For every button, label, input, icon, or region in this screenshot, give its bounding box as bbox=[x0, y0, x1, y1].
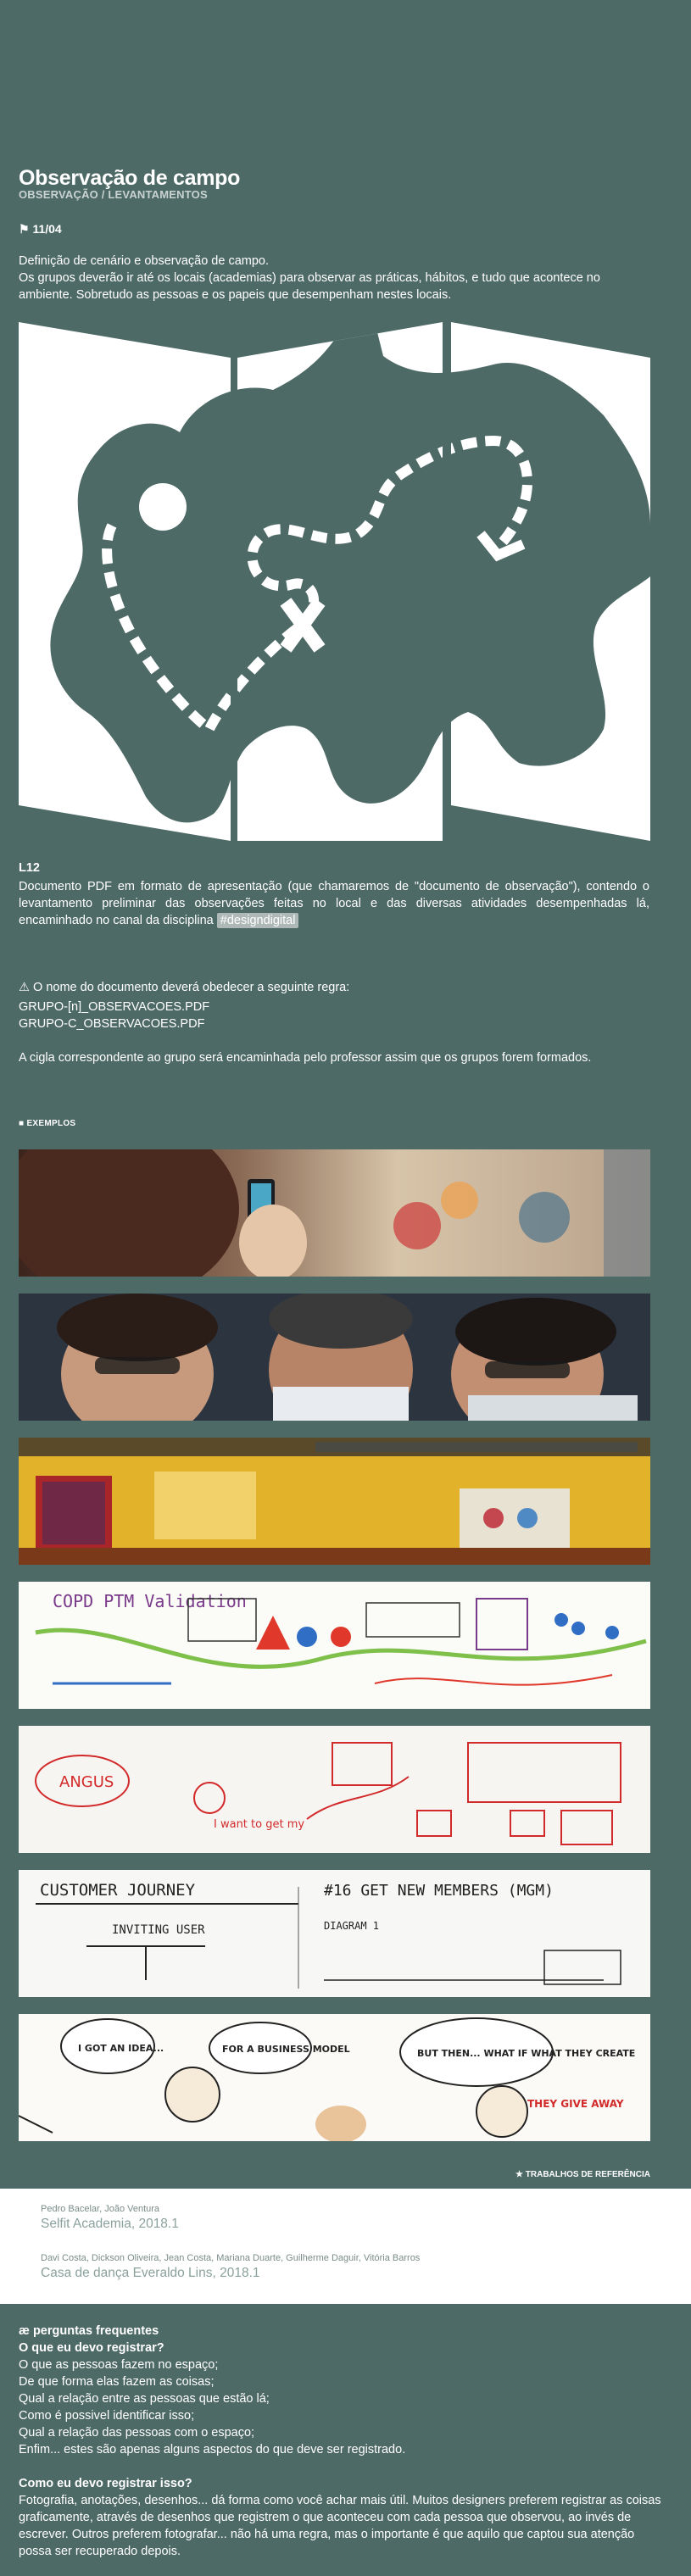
examples-heading: ■ EXEMPLOS bbox=[19, 1119, 75, 1128]
sketch-mgm-text: #16 GET NEW MEMBERS (MGM) bbox=[324, 1882, 554, 1900]
comic-art: I GOT AN IDEA... FOR A BUSINESS MODEL BU… bbox=[19, 2014, 650, 2141]
faq-label: perguntas frequentes bbox=[32, 2324, 159, 2338]
assignment-code: L12 bbox=[19, 861, 40, 875]
warning-icon: ⚠ bbox=[19, 981, 30, 994]
naming-example: GRUPO-C_OBSERVACOES.PDF bbox=[19, 1017, 205, 1031]
naming-rule-text: O nome do documento deverá obedecer a se… bbox=[33, 981, 350, 994]
assignment-description: Documento PDF em formato de apresentação… bbox=[19, 880, 649, 927]
channel-tag[interactable]: #designdigital bbox=[216, 913, 299, 928]
classroom-photo[interactable] bbox=[19, 1438, 650, 1565]
bullet-icon: ■ bbox=[19, 1119, 25, 1128]
faq-answer-1-line-1: O que as pessoas fazem no espaço; bbox=[19, 2358, 219, 2372]
references-panel: Pedro Bacelar, João Ventura Selfit Acade… bbox=[0, 2189, 691, 2304]
sketch-angus-text: ANGUS bbox=[59, 1773, 114, 1791]
faq-heading: æ perguntas frequentes bbox=[19, 2323, 663, 2340]
flag-icon: ⚑ bbox=[19, 222, 30, 236]
naming-pattern: GRUPO-[n]_OBSERVACOES.PDF bbox=[19, 1000, 210, 1014]
naming-rule-examples: GRUPO-[n]_OBSERVACOES.PDF GRUPO-C_OBSERV… bbox=[19, 999, 209, 1032]
references-label: TRABALHOS DE REFERÊNCIA bbox=[525, 2170, 650, 2179]
customer-journey-sketch[interactable]: CUSTOMER JOURNEY INVITING USER #16 GET N… bbox=[19, 1870, 650, 1997]
faq-section: æ perguntas frequentes O que eu devo reg… bbox=[19, 2323, 663, 2560]
sketch-inviting-text: INVITING USER bbox=[112, 1923, 205, 1937]
faq-answer-1-line-4: Como é possivel identificar isso; bbox=[19, 2409, 195, 2423]
date-line: ⚑ 11/04 bbox=[19, 222, 62, 236]
whiteboard-sketch[interactable]: ANGUS I want to get my bbox=[19, 1726, 650, 1853]
sketch-butthen-text: BUT THEN... WHAT IF WHAT THEY CREATE bbox=[417, 2048, 635, 2059]
classroom-photo-art bbox=[19, 1438, 650, 1565]
page-title: Observação de campo bbox=[19, 166, 241, 190]
sketch-diagram-text: DIAGRAM 1 bbox=[324, 1920, 379, 1932]
selfie-photo-art bbox=[19, 1149, 650, 1277]
faq-answer-1-line-3: Qual a relação entre as pessoas que estã… bbox=[19, 2392, 270, 2406]
sketchnote-art: COPD PTM Validation bbox=[19, 1582, 650, 1709]
scientists-photo-art bbox=[19, 1294, 650, 1421]
date-text: 11/04 bbox=[32, 222, 62, 236]
sketchnote-validation[interactable]: COPD PTM Validation bbox=[19, 1582, 650, 1709]
sketch-business-text: FOR A BUSINESS MODEL bbox=[222, 2044, 350, 2055]
intro-line-1: Definição de cenário e observação de cam… bbox=[19, 254, 270, 268]
scientists-photo[interactable] bbox=[19, 1294, 650, 1421]
sketch-give-text: THEY GIVE AWAY bbox=[527, 2098, 624, 2110]
page: Observação de campo OBSERVAÇÃO / LEVANTA… bbox=[0, 0, 691, 2576]
reference-authors: Davi Costa, Dickson Oliveira, Jean Costa… bbox=[41, 2253, 421, 2263]
page-subtitle: OBSERVAÇÃO / LEVANTAMENTOS bbox=[19, 188, 208, 201]
intro-line-2: Os grupos deverão ir até os locais (acad… bbox=[19, 271, 600, 302]
examples-gallery: COPD PTM Validation ANGUS I want to get … bbox=[19, 1149, 650, 2158]
assignment-text: Documento PDF em formato de apresentação… bbox=[19, 878, 649, 929]
naming-note: A cigla correspondente ao grupo será enc… bbox=[19, 1051, 592, 1065]
faq-answer-1-line-5: Qual a relação das pessoas com o espaço; bbox=[19, 2426, 255, 2440]
references-heading: ★ TRABALHOS DE REFERÊNCIA bbox=[515, 2170, 650, 2179]
ae-icon: æ bbox=[19, 2324, 30, 2338]
sketch-idea-text: I GOT AN IDEA... bbox=[78, 2043, 164, 2054]
reference-work-link[interactable]: Casa de dança Everaldo Lins, 2018.1 bbox=[41, 2266, 420, 2281]
star-icon: ★ bbox=[515, 2170, 523, 2179]
faq-answer-1-line-2: De que forma elas fazem as coisas; bbox=[19, 2375, 215, 2389]
naming-rule-title: ⚠ O nome do documento deverá obedecer a … bbox=[19, 981, 349, 994]
examples-label: EXEMPLOS bbox=[26, 1119, 76, 1128]
faq-question-1: O que eu devo registrar? bbox=[19, 2341, 164, 2355]
sketch-want-text: I want to get my bbox=[214, 1818, 304, 1831]
sketch-journey-text: CUSTOMER JOURNEY bbox=[40, 1881, 196, 1900]
whiteboard-art: ANGUS I want to get my bbox=[19, 1726, 650, 1853]
treasure-map-illustration bbox=[19, 322, 650, 841]
faq-question-2: Como eu devo registrar isso? bbox=[19, 2477, 192, 2490]
comic-business-model[interactable]: I GOT AN IDEA... FOR A BUSINESS MODEL BU… bbox=[19, 2014, 650, 2141]
selfie-photo[interactable] bbox=[19, 1149, 650, 1277]
sketch-validation-text: COPD PTM Validation bbox=[53, 1591, 247, 1611]
faq-answer-2: Fotografia, anotações, desenhos... dá fo… bbox=[19, 2494, 661, 2558]
intro: Definição de cenário e observação de cam… bbox=[19, 253, 646, 303]
reference-item-2[interactable]: Davi Costa, Dickson Oliveira, Jean Costa… bbox=[41, 2253, 420, 2281]
reference-work-link[interactable]: Selfit Academia, 2018.1 bbox=[41, 2217, 179, 2232]
reference-authors: Pedro Bacelar, João Ventura bbox=[41, 2204, 160, 2214]
reference-item-1[interactable]: Pedro Bacelar, João Ventura Selfit Acade… bbox=[41, 2204, 179, 2232]
faq-answer-1-line-6: Enfim... estes são apenas alguns aspecto… bbox=[19, 2443, 406, 2456]
customer-journey-art: CUSTOMER JOURNEY INVITING USER #16 GET N… bbox=[19, 1870, 650, 1997]
